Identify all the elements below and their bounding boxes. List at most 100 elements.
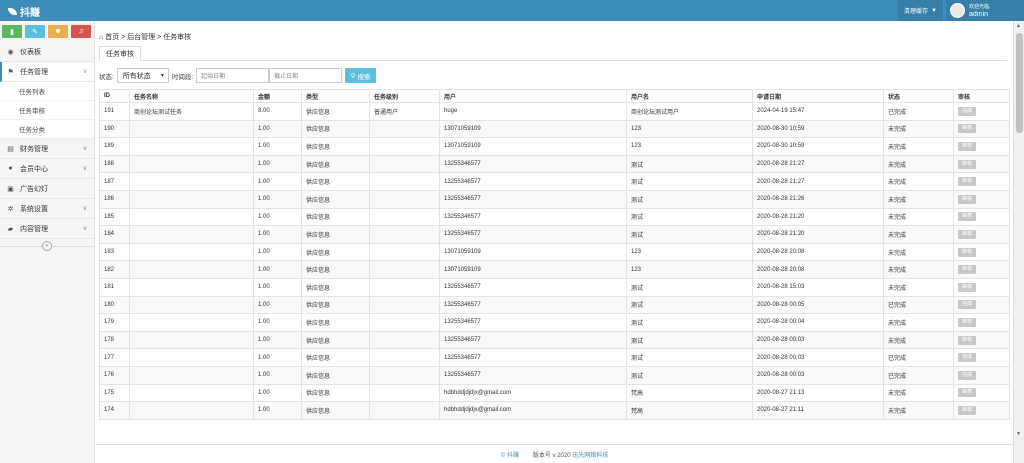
chevron-down-icon: ∨ [82, 226, 87, 232]
user-menu[interactable]: 欢迎光临, admin [946, 0, 1024, 21]
cell-task-level [369, 137, 440, 156]
cell-status: 未完成 [883, 189, 954, 209]
sidebar-item-member-center[interactable]: ● 会员中心 ∨ [0, 159, 94, 179]
footer-brand-link[interactable]: © 抖赚 [501, 450, 519, 459]
review-button[interactable]: 审核 [958, 212, 976, 222]
review-button[interactable]: 审核 [958, 159, 976, 169]
sidebar-item-system-settings[interactable]: ✲ 系统设置 ∨ [0, 199, 94, 219]
cell-status: 未完成 [883, 330, 954, 350]
cell-user: 13255346577 [439, 277, 627, 297]
tab-task-review[interactable]: 任务审核 [99, 46, 141, 61]
sidebar-subitem-task-category[interactable]: 任务分类 [0, 120, 94, 139]
cell-action: 完成 [953, 102, 1010, 121]
cell-action: 审核 [953, 383, 1010, 403]
cell-task-level [369, 365, 440, 385]
cell-status: 未完成 [883, 242, 954, 262]
cell-action: 审核 [953, 189, 1010, 209]
review-button[interactable]: 审核 [958, 229, 976, 239]
cell-id: 177 [99, 348, 130, 367]
cell-user: 13255346577 [439, 225, 627, 244]
footer-version: 版本号 v 2020 [532, 452, 571, 459]
table-row: 181 1.00 供应信息 13255346577 测试 2020-08-28 15:03… [99, 277, 1010, 297]
breadcrumb-home[interactable]: 首页 [105, 34, 119, 41]
cell-action: 审核 [953, 313, 1010, 332]
user-name: admin [969, 10, 989, 18]
scroll-down-arrow-icon[interactable]: ▼ [1016, 431, 1021, 437]
breadcrumb-current: 任务审核 [163, 34, 192, 41]
scrollbar-thumb[interactable] [1016, 33, 1023, 133]
clear-cache-button[interactable]: 清理缓存 ▼ [898, 0, 943, 21]
sidebar-item-ad-slides[interactable]: ▣ 广告幻灯 [0, 179, 94, 199]
review-button[interactable]: 审核 [958, 405, 976, 415]
cell-id: 186 [99, 189, 130, 209]
shortcut-edit-button[interactable]: ✎ [25, 25, 45, 38]
shortcut-settings-button[interactable]: ♫ [71, 25, 91, 38]
page-scrollbar[interactable]: ▲ ▼ [1013, 21, 1024, 463]
start-date-input[interactable]: 起始日期 [196, 68, 270, 83]
shortcut-users-button[interactable]: ☻ [48, 25, 68, 38]
scroll-up-arrow-icon[interactable]: ▲ [1016, 23, 1021, 29]
cell-username: 测试 [626, 207, 753, 227]
sidebar-item-dashboard[interactable]: ◉ 仪表板 [0, 42, 94, 62]
cell-task-level [369, 172, 440, 191]
cell-username: 123 [626, 137, 753, 156]
cell-status: 未完成 [883, 277, 954, 297]
cell-action: 完成 [953, 348, 1010, 367]
review-button[interactable]: 审核 [958, 282, 976, 292]
cell-id: 180 [99, 295, 130, 315]
review-button[interactable]: 完成 [958, 300, 976, 310]
sidebar: ▮ ✎ ☻ ♫ ◉ 仪表板 ⚑ 任务管理 ∨ 任务列表 任务审核 任务分类 ▤ 财务管理… [0, 21, 95, 463]
status-filter-label: 状态: [99, 73, 114, 81]
cell-action: 审核 [953, 260, 1010, 279]
review-button[interactable]: 审核 [958, 177, 976, 187]
sidebar-item-task-management[interactable]: ⚑ 任务管理 ∨ [0, 62, 94, 82]
footer-company-link[interactable]: 迅光网络科技 [572, 453, 608, 459]
cell-status: 未完成 [883, 383, 954, 403]
review-button[interactable]: 完成 [958, 370, 976, 380]
cell-task-level [369, 225, 440, 244]
cell-id: 183 [99, 242, 130, 262]
sidebar-item-label: 仪表板 [20, 48, 41, 56]
app-logo[interactable]: 抖赚 [8, 4, 40, 19]
review-button[interactable]: 审核 [958, 388, 976, 398]
review-button[interactable]: 完成 [958, 353, 976, 363]
shortcut-chart-button[interactable]: ▮ [2, 25, 22, 38]
sidebar-item-finance[interactable]: ▤ 财务管理 ∨ [0, 139, 94, 159]
cell-type: 供应信息 [301, 348, 370, 367]
table-row: 184 1.00 供应信息 13255346577 测试 2020-08-28 21:20… [99, 225, 1010, 244]
status-select[interactable]: 所有状态 ▼ [116, 68, 169, 83]
cell-apply-date: 2020-08-28 21:26 [752, 189, 884, 209]
breadcrumb-admin[interactable]: 后台管理 [127, 34, 155, 41]
review-button[interactable]: 审核 [958, 317, 976, 327]
table-row: 188 1.00 供应信息 13255346577 测试 2020-08-28 21:27… [99, 154, 1010, 174]
sidebar-item-content[interactable]: ▰ 内容管理 ∨ [0, 219, 94, 239]
table-row: 180 1.00 供应信息 13255346577 测试 2020-08-28 00:05… [99, 295, 1010, 315]
collapse-sidebar-button[interactable]: « [42, 241, 52, 251]
sidebar-subitem-task-review[interactable]: 任务审核 [0, 101, 94, 120]
search-button[interactable]: ⚲ 搜索 [345, 68, 377, 83]
cell-task-name [129, 260, 254, 279]
sidebar-subitem-task-list[interactable]: 任务列表 [0, 82, 94, 101]
review-button[interactable]: 审核 [958, 247, 976, 257]
cell-username: 123 [626, 242, 753, 262]
home-icon: ⌂ [99, 34, 104, 41]
review-button[interactable]: 审核 [958, 265, 976, 275]
column-header: 审核 [953, 89, 1010, 103]
sidebar-subitem-label: 任务分类 [19, 127, 45, 134]
cell-task-level [369, 119, 440, 139]
chevron-down-icon: ∨ [82, 146, 87, 152]
cell-username: 测试 [626, 154, 753, 174]
cell-user: 13255346577 [439, 207, 627, 227]
cell-user: 13071059109 [439, 242, 627, 262]
review-button[interactable]: 审核 [958, 141, 976, 151]
review-button[interactable]: 审核 [958, 194, 976, 204]
review-button[interactable]: 审核 [958, 124, 976, 134]
caret-down-icon: ▼ [931, 7, 937, 14]
review-button[interactable]: 完成 [958, 106, 976, 116]
cell-type: 供应信息 [301, 401, 370, 420]
cell-apply-date: 2020-08-30 10:59 [752, 137, 884, 156]
end-date-input[interactable]: 截止日期 [269, 68, 343, 83]
cell-user: 13255346577 [439, 172, 627, 191]
cell-user: 13071059109 [439, 137, 627, 156]
review-button[interactable]: 审核 [958, 335, 976, 345]
